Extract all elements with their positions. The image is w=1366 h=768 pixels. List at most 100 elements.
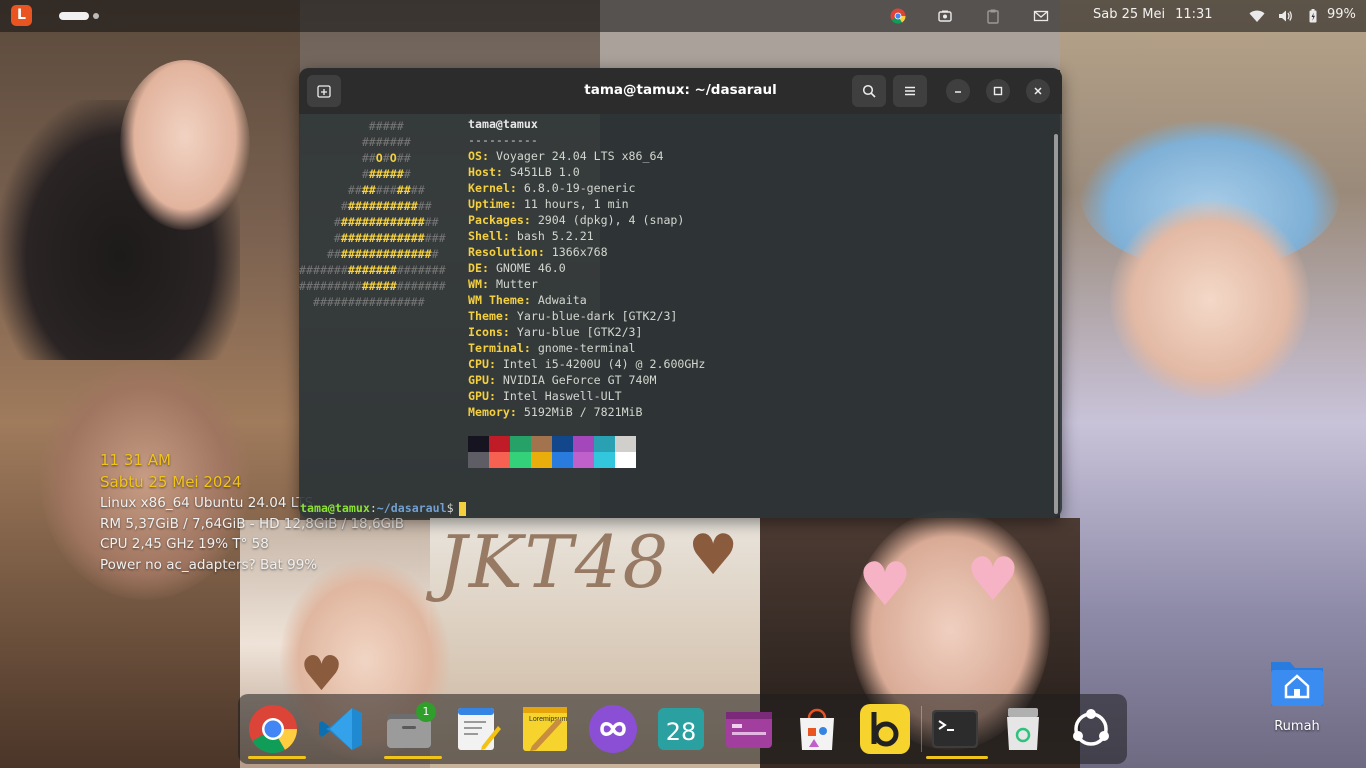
notification-badge: 1: [416, 702, 436, 722]
mail-icon[interactable]: [1033, 8, 1049, 24]
terminal-output[interactable]: ##### ####### ##O#O## ####### ##########…: [299, 114, 1062, 518]
palette-swatch: [510, 452, 531, 468]
palette-swatch: [489, 436, 510, 452]
wallpaper-face: [120, 60, 250, 230]
palette-swatch: [573, 436, 594, 452]
terminal-icon[interactable]: [930, 704, 980, 754]
widget-power-line: Power no ac_adapters? Bat 99%: [100, 556, 318, 573]
info-line: Theme: Yaru-blue-dark [GTK2/3]: [468, 309, 678, 323]
running-indicator: [248, 756, 306, 759]
calendar-icon[interactable]: 28: [656, 704, 706, 754]
search-icon: [862, 84, 876, 98]
palette-swatch: [468, 436, 489, 452]
palette-swatch: [552, 452, 573, 468]
palette-swatch: [531, 452, 552, 468]
info-line: CPU: Intel i5-4200U (4) @ 2.600GHz: [468, 357, 706, 371]
text-cursor: [458, 501, 466, 516]
palette-swatch: [510, 436, 531, 452]
info-line: Terminal: gnome-terminal: [468, 341, 636, 355]
info-line: Shell: bash 5.2.21: [468, 229, 594, 243]
clock-time: 11:31: [1175, 7, 1213, 22]
dock-separator: [921, 706, 922, 752]
close-icon: [1034, 87, 1042, 95]
heart-icon: ♥: [966, 545, 1020, 615]
home-folder-label: Rumah: [1274, 719, 1320, 734]
system-info-list: tama@tamux ---------- OS: Voyager 24.04 …: [468, 116, 705, 420]
dock: 1 Loremipsum 28: [238, 694, 1127, 764]
command-prompt[interactable]: tama@tamux:~/dasaraul$: [300, 500, 466, 516]
palette-swatch: [615, 452, 636, 468]
wallpaper-face: [1110, 200, 1310, 400]
vscode-icon[interactable]: [316, 704, 366, 754]
widget-cpu-line: CPU 2,45 GHz 19% T° 58: [100, 536, 269, 552]
battery-percentage: 99%: [1327, 7, 1356, 22]
battery-icon[interactable]: [1305, 8, 1321, 24]
info-line: Kernel: 6.8.0-19-generic: [468, 181, 636, 195]
workspace-indicator-active[interactable]: [59, 12, 89, 20]
prompt-user: tama@tamux: [300, 501, 370, 515]
info-line: Uptime: 11 hours, 1 min: [468, 197, 629, 211]
app-center-icon[interactable]: [792, 704, 842, 754]
info-line: OS: Voyager 24.04 LTS x86_64: [468, 149, 664, 163]
minimize-button[interactable]: [946, 79, 970, 103]
color-palette: [468, 436, 636, 468]
close-button[interactable]: [1026, 79, 1050, 103]
infinity-app-icon[interactable]: [588, 704, 638, 754]
clock[interactable]: Sab 25 Mei 11:31: [1093, 7, 1213, 22]
volume-icon[interactable]: [1277, 8, 1293, 24]
launcher-app-icon[interactable]: L: [11, 5, 32, 26]
info-line: WM: Mutter: [468, 277, 538, 291]
palette-swatch: [552, 436, 573, 452]
screenshot-icon[interactable]: [937, 8, 953, 24]
palette-swatch: [468, 452, 489, 468]
info-separator: ----------: [468, 133, 538, 147]
info-line: Resolution: 1366x768: [468, 245, 608, 259]
info-line: Memory: 5192MiB / 7821MiB: [468, 405, 643, 419]
home-folder-icon[interactable]: [1268, 656, 1326, 710]
top-bar: L Sab 25 Mei 11:31 99%: [0, 0, 1366, 32]
search-button[interactable]: [852, 75, 886, 107]
chrome-icon[interactable]: [248, 704, 298, 754]
heart-icon: ♥: [858, 550, 912, 620]
palette-swatch: [489, 452, 510, 468]
heart-icon: ♥: [300, 646, 344, 702]
running-indicator: [926, 756, 988, 759]
terminal-window[interactable]: tama@tamux: ~/dasaraul ##### ####### ##O…: [299, 68, 1062, 518]
clipboard-icon[interactable]: [985, 8, 1001, 24]
text-editor-icon[interactable]: [452, 704, 502, 754]
palette-swatch: [594, 452, 615, 468]
prompt-path: ~/dasaraul: [376, 501, 447, 515]
running-indicator: [384, 756, 442, 759]
trash-icon[interactable]: [998, 704, 1048, 754]
maximize-button[interactable]: [986, 79, 1010, 103]
terminal-scrollbar[interactable]: [1054, 134, 1058, 514]
svg-text:28: 28: [666, 718, 697, 746]
sticky-notes-icon[interactable]: Loremipsum: [520, 704, 570, 754]
media-app-icon[interactable]: [724, 704, 774, 754]
wallpaper-logo-text: JKT48: [438, 520, 671, 604]
prompt-symbol: $: [446, 501, 454, 515]
palette-swatch: [531, 436, 552, 452]
show-apps-icon[interactable]: [1066, 704, 1116, 754]
b-app-icon[interactable]: [860, 704, 910, 754]
distro-ascii-logo: ##### ####### ##O#O## ####### ##########…: [299, 119, 446, 309]
palette-swatch: [573, 452, 594, 468]
info-line: GPU: Intel Haswell-ULT: [468, 389, 622, 403]
terminal-header-bar[interactable]: tama@tamux: ~/dasaraul: [299, 68, 1062, 114]
menu-button[interactable]: [893, 75, 927, 107]
heart-icon: ♥: [688, 523, 739, 588]
info-line: DE: GNOME 46.0: [468, 261, 566, 275]
clock-date: Sab 25 Mei: [1093, 7, 1166, 22]
info-line: WM Theme: Adwaita: [468, 293, 587, 307]
workspace-indicator[interactable]: [93, 13, 99, 19]
user-host: tama@tamux: [468, 117, 538, 131]
palette-swatch: [594, 436, 615, 452]
chrome-icon[interactable]: [890, 8, 906, 24]
wifi-icon[interactable]: [1249, 8, 1265, 24]
hamburger-icon: [905, 86, 915, 96]
info-line: Host: S451LB 1.0: [468, 165, 580, 179]
info-line: GPU: NVIDIA GeForce GT 740M: [468, 373, 657, 387]
info-line: Icons: Yaru-blue [GTK2/3]: [468, 325, 643, 339]
palette-swatch: [615, 436, 636, 452]
info-line: Packages: 2904 (dpkg), 4 (snap): [468, 213, 685, 227]
